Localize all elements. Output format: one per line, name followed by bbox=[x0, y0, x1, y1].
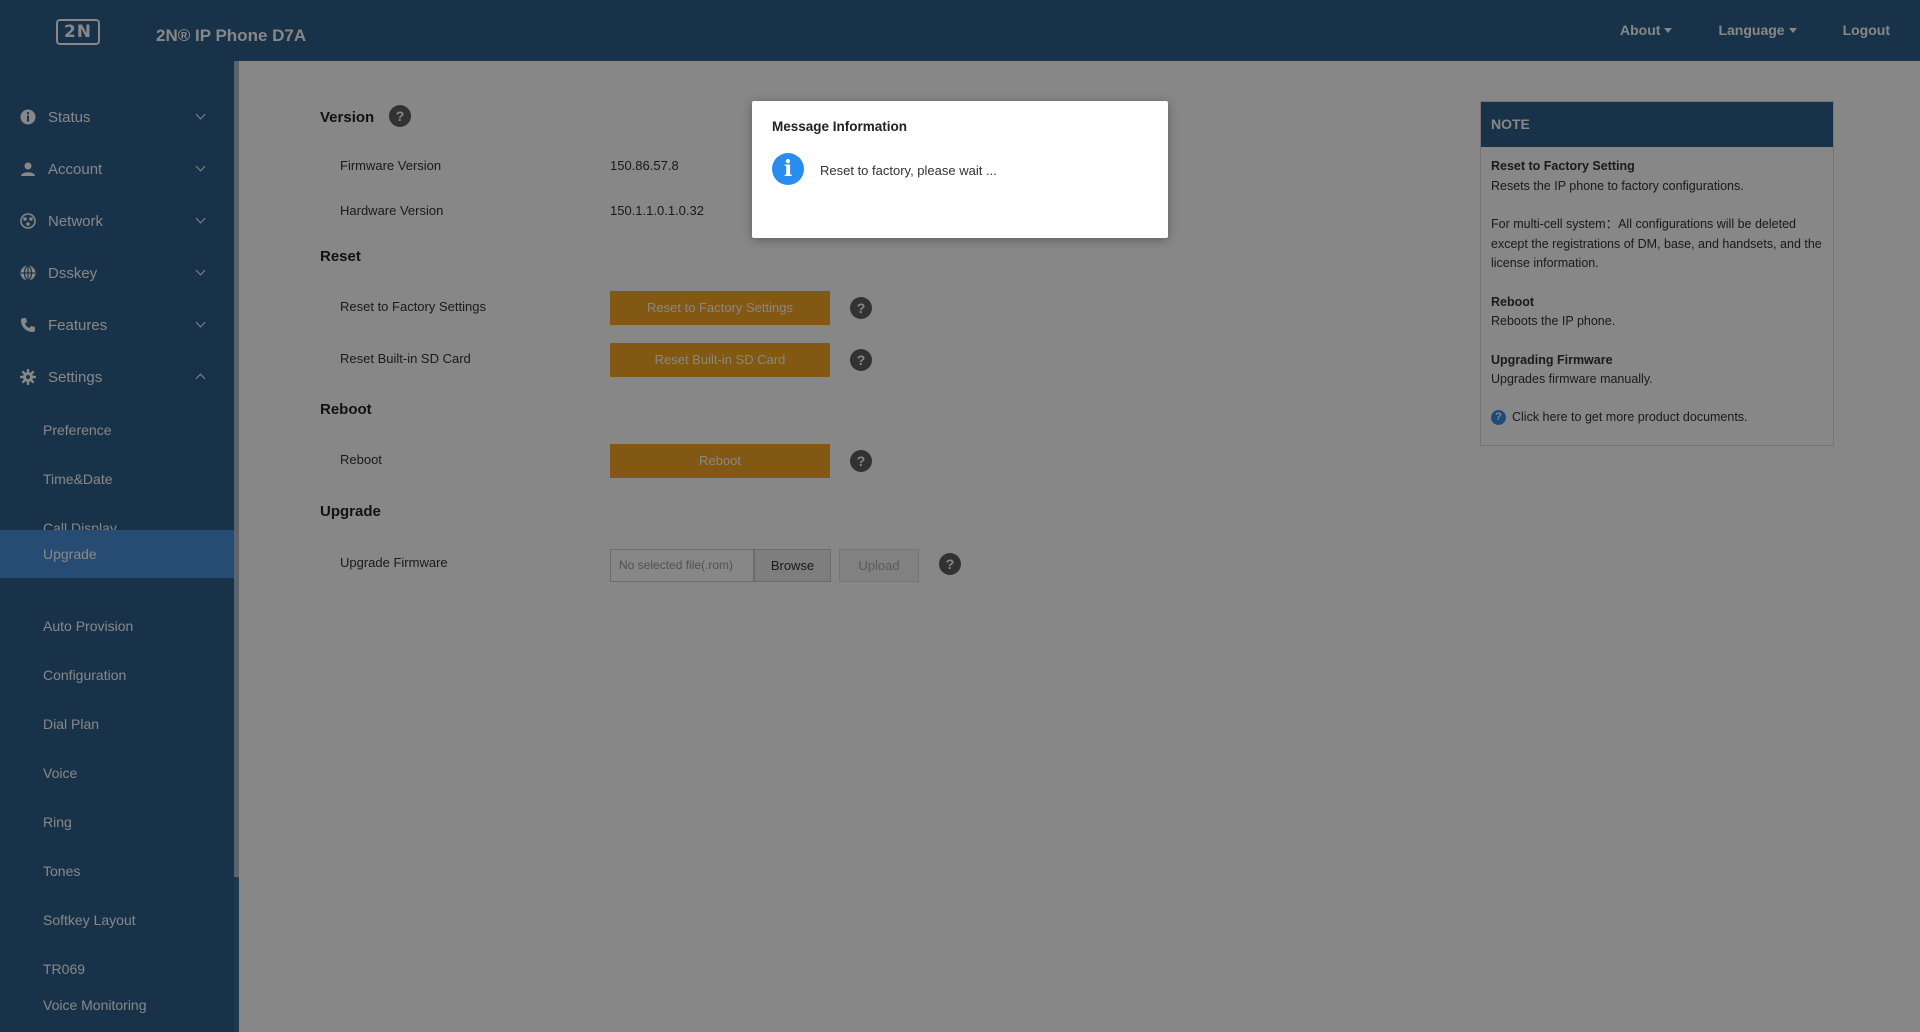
info-icon: i bbox=[772, 153, 804, 185]
dialog-message: Reset to factory, please wait ... bbox=[820, 163, 997, 178]
dialog-title: Message Information bbox=[772, 119, 908, 134]
message-dialog: Message Information i Reset to factory, … bbox=[752, 101, 1168, 238]
